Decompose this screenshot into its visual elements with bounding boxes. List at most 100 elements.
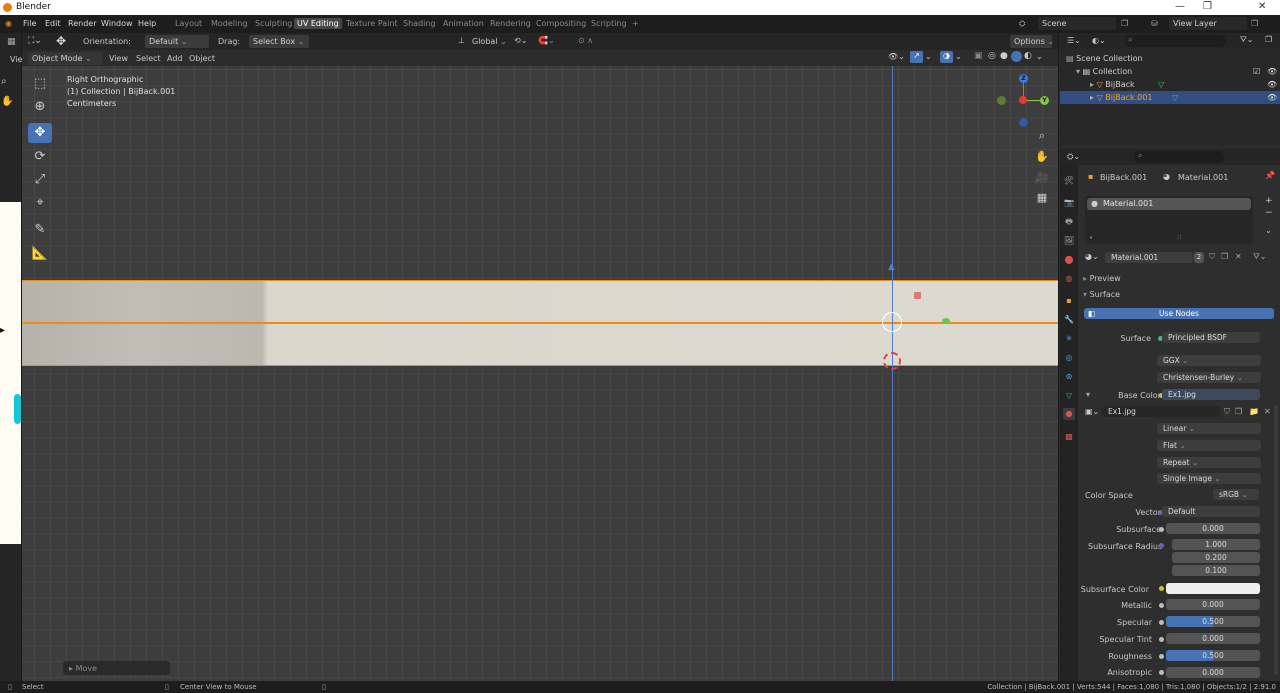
surface-shader-field[interactable]: Principled BSDF: [1162, 332, 1260, 343]
metallic-slider[interactable]: 0.000: [1166, 599, 1260, 610]
surface-panel-header[interactable]: ▾ Surface: [1083, 290, 1120, 299]
xray-icon[interactable]: ▣: [974, 51, 983, 61]
shading-dropdown-icon[interactable]: ⌄: [1036, 52, 1043, 61]
subsurface-color-socket[interactable]: [1159, 586, 1164, 591]
properties-editor-icon[interactable]: ⛭⌄: [1067, 152, 1080, 162]
material-slot-row[interactable]: ● Material.001: [1087, 198, 1251, 210]
subsurface-radius-z[interactable]: 0.100: [1172, 565, 1260, 576]
menu-help[interactable]: Help: [138, 19, 156, 28]
gizmo-dropdown-icon[interactable]: ⌄: [925, 52, 932, 61]
vector-field[interactable]: Default: [1162, 506, 1260, 517]
material-users-count[interactable]: 2: [1194, 252, 1204, 263]
subsurface-socket[interactable]: [1159, 527, 1164, 532]
menu-object[interactable]: Object: [189, 54, 215, 63]
tab-uv-editing[interactable]: UV Editing: [294, 18, 342, 29]
particles-tab-icon[interactable]: ✳: [1063, 333, 1075, 345]
menu-add[interactable]: Add: [167, 54, 183, 63]
zoom-icon[interactable]: ⌕: [1, 76, 7, 87]
projection-dropdown[interactable]: Flat: [1157, 440, 1261, 451]
specular-tint-slider[interactable]: 0.000: [1166, 633, 1260, 644]
cursor-tool-icon[interactable]: ⊕: [28, 97, 52, 117]
hand-pan-icon[interactable]: ✋: [1, 96, 13, 107]
menu-render[interactable]: Render: [68, 19, 96, 28]
anisotropic-socket[interactable]: [1159, 670, 1164, 675]
list-resize-grip-icon[interactable]: ⁝⁝: [1177, 234, 1181, 242]
pin-icon[interactable]: 📌: [1265, 171, 1275, 180]
data-tab-icon[interactable]: ▽: [1063, 390, 1075, 402]
gizmo-toggle-icon[interactable]: ↗: [910, 51, 923, 63]
orientation-dropdown[interactable]: Default: [145, 35, 209, 48]
options-dropdown[interactable]: Options: [1010, 35, 1052, 48]
material-name-field[interactable]: Material.001: [1105, 252, 1193, 263]
shading-solid-icon[interactable]: ●: [1000, 51, 1008, 61]
specular-tint-socket[interactable]: [1159, 637, 1164, 642]
image-unlink-icon[interactable]: ✕: [1264, 407, 1271, 416]
physics-tab-icon[interactable]: ◎: [1063, 352, 1075, 364]
fake-user-icon[interactable]: ⛉: [1209, 252, 1215, 262]
tab-shading[interactable]: Shading: [403, 19, 436, 28]
constraints-tab-icon[interactable]: ⊛: [1063, 371, 1075, 383]
subsurface-radius-y[interactable]: 0.200: [1172, 552, 1260, 563]
move-tool-icon[interactable]: ✥: [56, 34, 66, 48]
3d-viewport[interactable]: ▲ Right Orthographic (1) Collection | Bi…: [22, 66, 1058, 681]
menu-view[interactable]: View: [109, 54, 128, 63]
left-view-menu[interactable]: Vie: [10, 55, 22, 64]
minimize-button[interactable]: —: [1175, 1, 1185, 12]
editor-type-icon[interactable]: ▦: [7, 37, 16, 47]
specular-slider[interactable]: 0.500: [1166, 616, 1260, 627]
move-y-handle[interactable]: [942, 318, 950, 324]
material-slot-list[interactable]: ● Material.001 • ⁝⁝: [1085, 196, 1253, 244]
move-tool-icon[interactable]: ✥: [28, 123, 52, 143]
view-layer-selector[interactable]: View Layer: [1169, 17, 1247, 30]
proportional-edit-icon[interactable]: ⊙ ∧: [578, 36, 593, 45]
interpolation-dropdown[interactable]: Linear: [1157, 423, 1261, 434]
bijback-visibility-icon[interactable]: 👁: [1267, 80, 1277, 89]
move-x-plane-handle[interactable]: [914, 292, 921, 299]
blender-menu-icon[interactable]: ◉: [5, 19, 12, 28]
world-tab-icon[interactable]: ◍: [1063, 273, 1075, 285]
bijback-001-visibility-icon[interactable]: 👁: [1267, 93, 1277, 102]
tab-modeling[interactable]: Modeling: [211, 19, 247, 28]
image-source-dropdown[interactable]: Single Image: [1157, 473, 1261, 484]
visibility-icon[interactable]: 👁⌄: [888, 52, 905, 61]
collection-checkbox[interactable]: ☑: [1253, 67, 1260, 76]
scale-tool-icon[interactable]: ⤢: [28, 170, 52, 190]
roughness-socket[interactable]: [1159, 654, 1164, 659]
preview-panel-header[interactable]: ▸ Preview: [1083, 274, 1121, 283]
measure-tool-icon[interactable]: 📐: [28, 244, 52, 264]
modifiers-tab-icon[interactable]: 🔧: [1063, 314, 1075, 326]
image-fake-user-icon[interactable]: ⛉: [1224, 407, 1230, 417]
image-duplicate-icon[interactable]: ❐: [1235, 407, 1242, 416]
tab-compositing[interactable]: Compositing: [536, 19, 586, 28]
maximize-button[interactable]: ❐: [1203, 1, 1212, 12]
navigation-gizmo[interactable]: Z Y: [995, 72, 1055, 132]
texture-tab-icon[interactable]: ▩: [1063, 431, 1075, 443]
image-name-field[interactable]: Ex1.jpg: [1102, 406, 1220, 417]
overlay-dropdown-icon[interactable]: ⌄: [955, 52, 962, 61]
gizmo-x-axis[interactable]: [1019, 96, 1027, 104]
subsurface-slider[interactable]: 0.000: [1166, 523, 1260, 534]
outliner-editor-icon[interactable]: ☰⌄: [1067, 36, 1081, 45]
material-tab-icon[interactable]: ●: [1063, 408, 1075, 420]
transform-orientation-dropdown[interactable]: Global: [472, 37, 507, 46]
subsurface-radius-x[interactable]: 1.000: [1172, 539, 1260, 550]
close-button[interactable]: ✕: [1258, 1, 1266, 12]
image-browse-icon[interactable]: ▣⌄: [1085, 407, 1099, 416]
transform-tool-icon[interactable]: ⌖: [28, 193, 52, 213]
move-gizmo-center-icon[interactable]: [882, 312, 902, 332]
unlink-material-icon[interactable]: ✕: [1235, 252, 1242, 261]
editor-type-icon[interactable]: ⛶⌄: [28, 36, 42, 46]
subsurface-radius-socket[interactable]: [1159, 543, 1164, 548]
menu-window[interactable]: Window: [101, 19, 133, 28]
new-collection-icon[interactable]: ❐: [1265, 35, 1272, 44]
annotate-tool-icon[interactable]: ✎: [28, 220, 52, 240]
zoom-view-icon[interactable]: ⌕: [1035, 129, 1049, 143]
outliner-row-scene-collection[interactable]: ▤ Scene Collection: [1060, 52, 1280, 65]
color-space-dropdown[interactable]: sRGB: [1213, 489, 1259, 500]
menu-edit[interactable]: Edit: [45, 19, 61, 28]
anisotropic-slider[interactable]: 0.000: [1166, 667, 1260, 678]
tab-animation[interactable]: Animation: [443, 19, 484, 28]
roughness-slider[interactable]: 0.500: [1166, 650, 1260, 661]
scene-selector[interactable]: Scene: [1038, 17, 1116, 30]
tab-texture-paint[interactable]: Texture Paint: [346, 19, 398, 28]
